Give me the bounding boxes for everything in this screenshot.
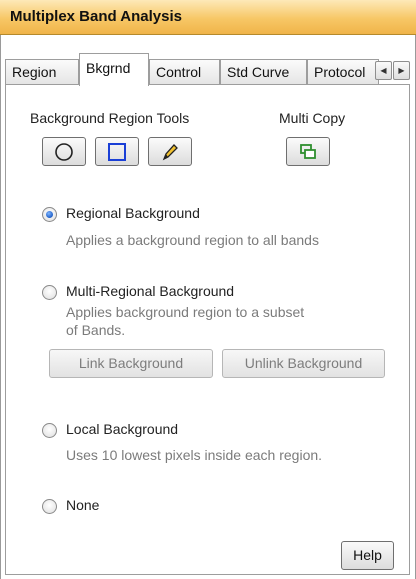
tab-bkgrnd[interactable]: Bkgrnd xyxy=(79,53,149,86)
regional-background-label[interactable]: Regional Background xyxy=(66,205,200,221)
multi-regional-background-label[interactable]: Multi-Regional Background xyxy=(66,283,234,299)
window-title: Multiplex Band Analysis xyxy=(10,8,182,25)
multi-regional-background-desc-line1: Applies background region to a subset xyxy=(66,304,305,320)
tab-scroll-right-button[interactable]: ▶ xyxy=(393,61,410,80)
multi-copy-heading: Multi Copy xyxy=(279,110,346,126)
tab-protocol[interactable]: Protocol xyxy=(307,59,379,84)
local-background-desc: Uses 10 lowest pixels inside each region… xyxy=(66,447,323,463)
regional-background-desc: Applies a background region to all bands xyxy=(66,232,319,248)
rectangle-tool-icon xyxy=(108,142,126,161)
local-background-radio[interactable] xyxy=(42,423,57,438)
multi-copy-button[interactable] xyxy=(286,137,330,166)
local-background-label[interactable]: Local Background xyxy=(66,421,178,437)
none-radio[interactable] xyxy=(42,499,57,514)
multi-copy-icon xyxy=(300,143,316,159)
tab-region[interactable]: Region xyxy=(5,59,79,84)
tab-std-curve[interactable]: Std Curve xyxy=(220,59,307,84)
link-background-button[interactable]: Link Background xyxy=(49,349,213,378)
ellipse-tool-button[interactable] xyxy=(42,137,86,166)
background-region-tools-heading: Background Region Tools xyxy=(30,110,190,126)
tab-scroll-left-button[interactable]: ◀ xyxy=(375,61,392,80)
tab-control[interactable]: Control xyxy=(149,59,220,84)
regional-background-radio[interactable] xyxy=(42,207,57,222)
help-button[interactable]: Help xyxy=(341,541,394,570)
pencil-tool-icon xyxy=(162,143,178,160)
unlink-background-button[interactable]: Unlink Background xyxy=(222,349,385,378)
arrow-right-icon: ▶ xyxy=(398,66,405,75)
ellipse-tool-icon xyxy=(55,142,73,161)
pencil-tool-button[interactable] xyxy=(148,137,192,166)
arrow-left-icon: ◀ xyxy=(380,66,387,75)
window-title-bar: Multiplex Band Analysis xyxy=(0,0,416,35)
multi-regional-background-desc-line2: of Bands. xyxy=(66,322,126,338)
none-label[interactable]: None xyxy=(66,497,99,513)
multi-regional-background-radio[interactable] xyxy=(42,285,57,300)
rectangle-tool-button[interactable] xyxy=(95,137,139,166)
